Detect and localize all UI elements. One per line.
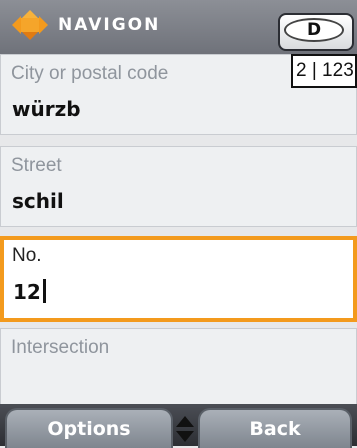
house-number-field[interactable]: No. 12 bbox=[0, 236, 357, 322]
street-field-label: Street bbox=[11, 155, 62, 176]
up-down-arrows-icon bbox=[176, 416, 194, 442]
city-field-value: würzb bbox=[12, 97, 81, 121]
navigon-logo-icon bbox=[12, 10, 48, 40]
house-number-label: No. bbox=[12, 245, 42, 266]
text-cursor bbox=[42, 279, 46, 303]
country-code: D bbox=[284, 18, 344, 42]
house-number-text: 12 bbox=[13, 280, 41, 304]
country-select-button[interactable]: D bbox=[278, 13, 354, 51]
back-button[interactable]: Back bbox=[198, 408, 352, 448]
intersection-field-label: Intersection bbox=[11, 337, 110, 358]
house-number-value: 12 bbox=[13, 279, 46, 304]
brand-name: NAVIGON bbox=[58, 15, 161, 35]
header-bar: NAVIGON D bbox=[0, 0, 357, 54]
footer-bar: Options Back bbox=[0, 404, 357, 448]
house-number-range: 2 | 123 bbox=[291, 54, 357, 88]
street-field[interactable]: Street schil bbox=[0, 146, 357, 227]
intersection-field[interactable]: Intersection bbox=[0, 328, 357, 408]
street-field-value: schil bbox=[12, 189, 64, 213]
options-button[interactable]: Options bbox=[5, 408, 173, 448]
city-field-label: City or postal code bbox=[11, 63, 169, 84]
